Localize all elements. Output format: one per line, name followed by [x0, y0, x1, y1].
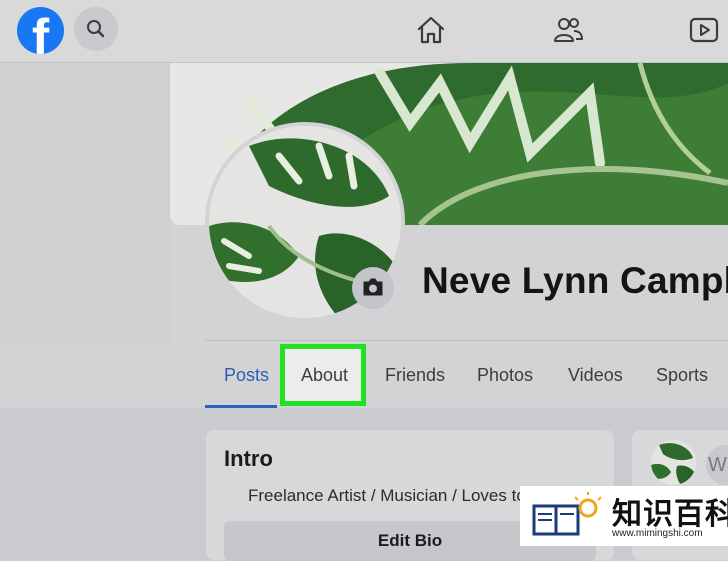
watermark-url: www.mimingshi.com	[612, 528, 703, 539]
update-profile-picture-button[interactable]	[352, 267, 394, 309]
friends-icon[interactable]	[552, 14, 584, 46]
top-navigation-bar: f	[0, 0, 728, 63]
watermark-book-icon	[532, 492, 602, 536]
home-icon[interactable]	[415, 14, 447, 46]
profile-name: Neve Lynn Campb	[422, 260, 728, 301]
intro-bio-text: Freelance Artist / Musician / Loves to	[248, 486, 526, 505]
tab-about[interactable]: About	[301, 342, 348, 408]
tab-friends[interactable]: Friends	[385, 342, 445, 408]
active-tab-indicator	[205, 405, 277, 408]
facebook-logo-icon[interactable]: f	[17, 7, 64, 54]
search-icon	[87, 20, 105, 38]
composer-leaf-image	[651, 440, 696, 485]
search-button[interactable]	[74, 7, 118, 51]
left-gutter	[0, 63, 170, 343]
intro-title: Intro	[224, 446, 273, 471]
tab-photos[interactable]: Photos	[477, 342, 533, 408]
composer-avatar	[651, 440, 696, 485]
profile-tabs: Posts About Friends Photos Videos Sports	[205, 342, 728, 408]
tab-posts[interactable]: Posts	[224, 342, 269, 408]
tab-videos[interactable]: Videos	[568, 342, 623, 408]
watch-icon[interactable]	[688, 14, 720, 46]
facebook-logo-letter: f	[31, 9, 50, 54]
tab-sports[interactable]: Sports	[656, 342, 708, 408]
tabs-divider	[205, 340, 728, 341]
camera-icon	[363, 278, 383, 296]
watermark-text: 知识百科	[612, 498, 728, 531]
